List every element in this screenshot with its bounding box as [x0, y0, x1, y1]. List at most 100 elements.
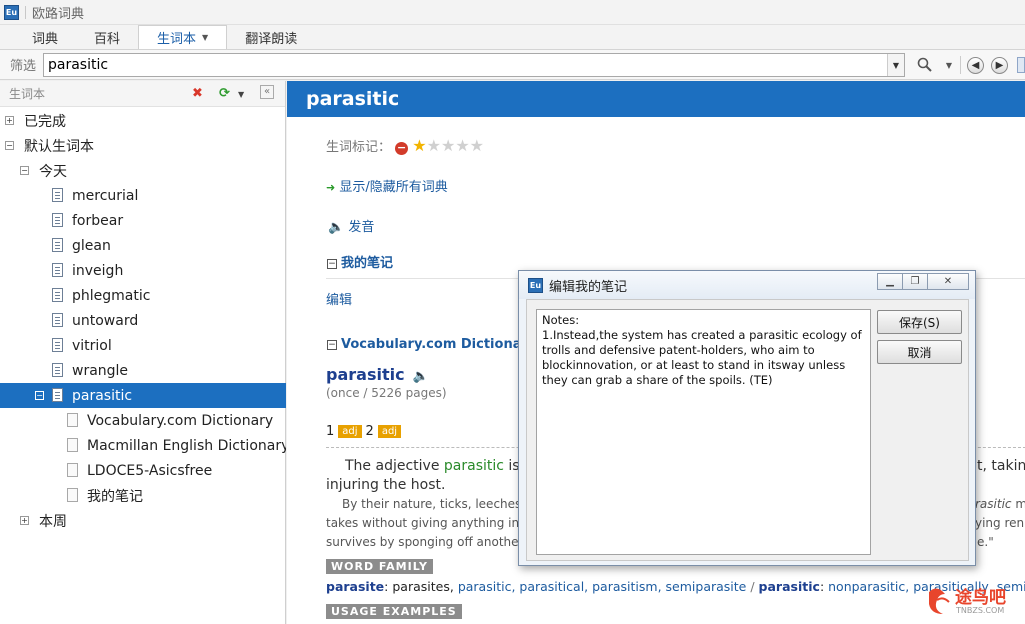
filter-label: 筛选 — [10, 59, 37, 74]
blurb-line-1: The adjective parasitic is m — [345, 458, 538, 474]
pronounce-link[interactable]: 发音 — [348, 220, 374, 235]
star-icon[interactable]: ★ — [412, 136, 426, 155]
star-icon[interactable]: ★ — [470, 136, 484, 155]
delete-icon[interactable]: ✖ — [192, 86, 203, 101]
family-link[interactable]: semiparasite — [666, 579, 747, 594]
app-icon: Eu — [4, 4, 19, 20]
collapse-icon[interactable]: − — [20, 166, 29, 175]
back-button[interactable]: ◀ — [967, 55, 984, 75]
tree-word-item-selected[interactable]: − parasitic — [0, 383, 286, 408]
sense-number: 1 — [326, 424, 335, 439]
tree-node-label: 默认生词本 — [24, 138, 94, 155]
word-label: inveigh — [72, 262, 124, 279]
tree-word-item[interactable]: inveigh — [0, 258, 286, 283]
family-head[interactable]: parasite — [326, 579, 384, 594]
close-button[interactable]: ✕ — [927, 273, 969, 290]
tree-dictionary-item[interactable]: Vocabulary.com Dictionary — [0, 408, 286, 433]
blurb-line-4: takes without giving anything in re — [326, 516, 535, 530]
expand-icon[interactable]: + — [5, 116, 14, 125]
tree-node-today[interactable]: − 今天 — [0, 158, 286, 183]
dialog-title-bar[interactable]: Eu 编辑我的笔记 ▁ ❐ ✕ — [519, 271, 975, 299]
my-notes-heading[interactable]: − 我的笔记 — [327, 252, 393, 271]
maximize-button[interactable]: ❐ — [902, 273, 928, 290]
vocab-title: Vocabulary.com Dictionary — [341, 337, 537, 352]
tree-word-item[interactable]: mercurial — [0, 183, 286, 208]
family-head[interactable]: parasitic — [759, 579, 820, 594]
edit-notes-link[interactable]: 编辑 — [326, 293, 352, 308]
filter-dropdown-button[interactable]: ▼ — [887, 54, 904, 76]
tree-node-this-week[interactable]: + 本周 — [0, 508, 286, 533]
family-link[interactable]: parasitical, — [519, 579, 588, 594]
blurb-line-2: injuring the host. — [326, 477, 446, 493]
star-icon[interactable]: ★ — [427, 136, 441, 155]
tab-wordbook[interactable]: 生词本 ▼ — [138, 25, 228, 49]
more-toolbar-button[interactable] — [1017, 55, 1025, 75]
dictionary-label: LDOCE5-Asicsfree — [87, 462, 213, 479]
tab-translate[interactable]: 翻译朗读 — [227, 25, 315, 49]
tab-encyclopedia[interactable]: 百科 — [76, 25, 138, 49]
expand-icon[interactable]: + — [20, 516, 29, 525]
collapse-section-icon[interactable]: − — [327, 258, 337, 269]
refresh-icon[interactable]: ⟳ — [219, 86, 230, 101]
collapse-icon[interactable]: − — [5, 141, 14, 150]
tree-notes-item[interactable]: 我的笔记 — [0, 483, 286, 508]
tree-word-item[interactable]: vitriol — [0, 333, 286, 358]
word-note-icon — [52, 388, 63, 402]
tree-word-item[interactable]: forbear — [0, 208, 286, 233]
word-label: forbear — [72, 212, 124, 229]
collapse-panel-icon[interactable]: « — [260, 85, 274, 99]
collapse-icon[interactable]: − — [35, 391, 44, 400]
toggle-dicts-row[interactable]: ➜ 显示/隐藏所有词典 — [326, 176, 448, 195]
minimize-button[interactable]: ▁ — [877, 273, 903, 290]
chevron-down-icon[interactable]: ▼ — [238, 90, 244, 99]
word-note-icon — [52, 213, 63, 227]
star-icon[interactable]: ★ — [441, 136, 455, 155]
pos-badge[interactable]: adj — [338, 425, 362, 438]
tree-node-default-book[interactable]: − 默认生词本 — [0, 133, 286, 158]
save-button[interactable]: 保存(S) — [877, 310, 962, 334]
notes-textarea[interactable]: Notes: 1.Instead,the system has created … — [536, 309, 871, 555]
family-link[interactable]: nonparasitic, — [828, 579, 909, 594]
chevron-down-icon[interactable]: ▼ — [202, 33, 208, 42]
my-notes-title: 我的笔记 — [341, 256, 394, 271]
cancel-button[interactable]: 取消 — [877, 340, 962, 364]
blurb-text: ying ren — [975, 516, 1025, 530]
word-note-icon — [52, 188, 63, 202]
tree-word-item[interactable]: untoward — [0, 308, 286, 333]
tree-node-completed[interactable]: + 已完成 — [0, 108, 286, 133]
tree-word-item[interactable]: glean — [0, 233, 286, 258]
star-icon[interactable]: ★ — [455, 136, 469, 155]
search-options-dropdown[interactable]: ▼ — [943, 55, 955, 75]
pronounce-row[interactable]: 🔈 发音 — [328, 216, 374, 235]
filter-input[interactable] — [44, 54, 884, 76]
tab-dictionary[interactable]: 词典 — [14, 25, 76, 49]
speaker-icon[interactable]: 🔈 — [328, 220, 344, 235]
word-note-icon — [52, 363, 63, 377]
dictionary-label: Vocabulary.com Dictionary — [87, 412, 274, 429]
pos-badge[interactable]: adj — [377, 425, 402, 438]
tree-dictionary-item[interactable]: Macmillan English Dictionary for — [0, 433, 286, 458]
site-watermark-logo: 途鸟吧 TNBZS.COM — [925, 582, 1017, 620]
vocab-heading[interactable]: − Vocabulary.com Dictionary — [327, 337, 536, 352]
tree-dictionary-item[interactable]: LDOCE5-Asicsfree — [0, 458, 286, 483]
tree-node-label: 已完成 — [24, 113, 66, 130]
blurb-keyword[interactable]: parasitic — [444, 458, 504, 474]
sidebar-title: 生词本 — [9, 87, 46, 101]
tree-word-item[interactable]: wrangle — [0, 358, 286, 383]
tab-label: 百科 — [94, 31, 121, 47]
sense-number: 2 — [365, 424, 374, 439]
senses-row: 1 adj 2 adj — [326, 424, 405, 439]
family-item: parasites, — [392, 579, 454, 594]
filter-combobox[interactable]: ▼ — [43, 53, 905, 77]
arrow-left-icon: ◀ — [967, 56, 984, 74]
word-title: parasitic — [306, 88, 400, 110]
speaker-icon[interactable]: 🔈 — [413, 369, 429, 384]
collapse-section-icon[interactable]: − — [327, 339, 337, 350]
remove-rating-icon[interactable]: − — [395, 142, 409, 155]
tree-word-item[interactable]: phlegmatic — [0, 283, 286, 308]
toggle-dicts-link[interactable]: 显示/隐藏所有词典 — [339, 180, 447, 195]
forward-button[interactable]: ▶ — [991, 55, 1008, 75]
family-link[interactable]: parasitic, — [458, 579, 516, 594]
search-button[interactable] — [915, 55, 935, 75]
family-link[interactable]: parasitism, — [592, 579, 661, 594]
